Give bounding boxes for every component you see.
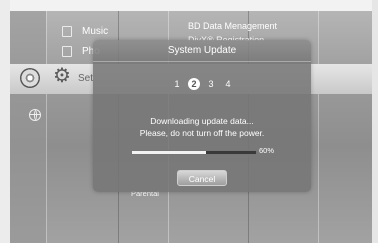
system-update-dialog: System Update 1 2 3 4 Downloading update… xyxy=(93,40,311,192)
gear-icon[interactable]: ⚙ xyxy=(53,66,71,86)
globe-icon[interactable] xyxy=(29,109,41,121)
tv-menu-screen: Music Pho ⚙ Set BD Data Menagement DivX®… xyxy=(0,0,378,243)
status-message: Downloading update data... xyxy=(150,116,254,126)
bezel-left xyxy=(0,0,10,243)
step-indicator: 1 2 3 4 xyxy=(171,78,234,90)
menu-item-music[interactable]: Music xyxy=(62,26,108,37)
step-4: 4 xyxy=(225,79,231,89)
column-divider xyxy=(46,11,47,243)
bezel-top xyxy=(0,0,378,11)
menu-item-label: Music xyxy=(82,26,109,37)
step-1: 1 xyxy=(174,79,180,89)
step-3: 3 xyxy=(208,79,214,89)
menu-item-label: Set xyxy=(78,73,94,84)
music-file-icon xyxy=(62,26,72,37)
progress-bar-fill xyxy=(132,151,207,154)
left-rail xyxy=(10,11,46,243)
menu-item-settings[interactable]: Set xyxy=(78,73,93,84)
warning-message: Please, do not turn off the power. xyxy=(139,128,265,138)
disc-icon[interactable] xyxy=(20,68,40,88)
progress-percent: 60% xyxy=(259,146,275,155)
dialog-title: System Update xyxy=(93,40,311,62)
column-divider xyxy=(318,11,319,243)
bezel-right xyxy=(372,0,378,243)
progress-bar xyxy=(131,150,257,155)
step-2-current: 2 xyxy=(188,78,200,90)
photo-file-icon xyxy=(62,46,72,57)
menu-item-bd-data[interactable]: BD Data Menagement xyxy=(188,21,277,31)
cancel-button[interactable]: Cancel xyxy=(177,170,227,186)
